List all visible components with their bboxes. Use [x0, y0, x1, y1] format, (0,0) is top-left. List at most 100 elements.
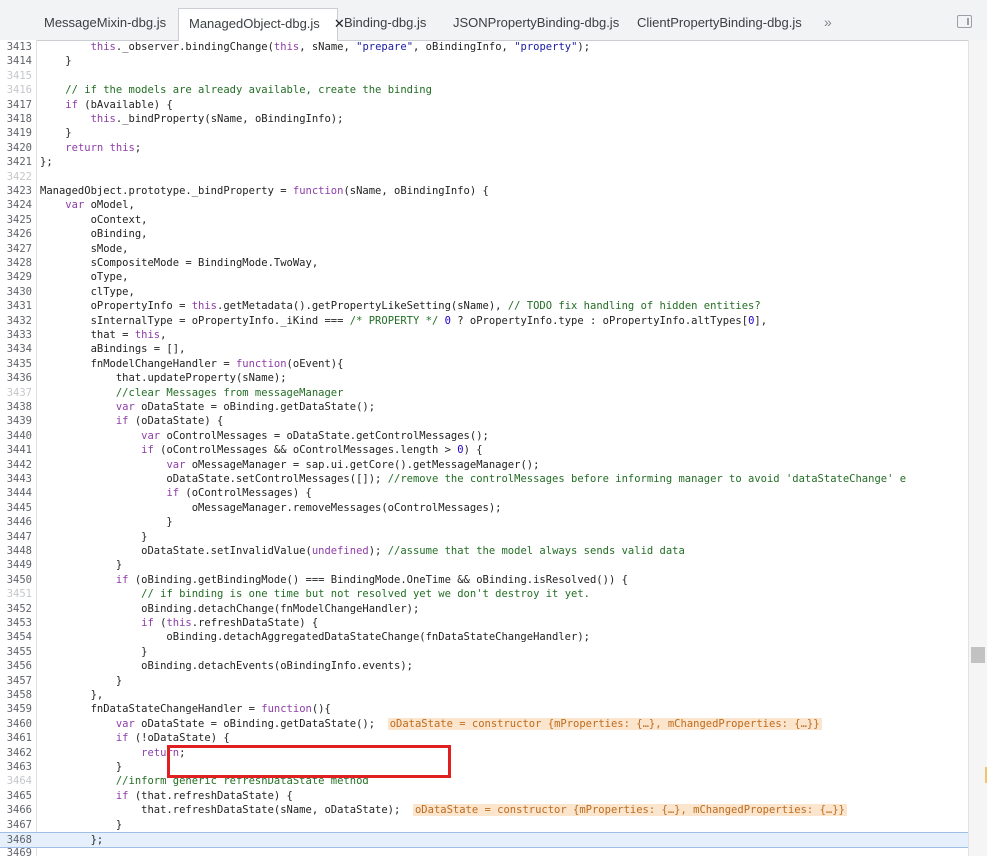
inline-value-preview[interactable]: oDataState = constructor {mProperties: {… [412, 804, 847, 817]
tab-messagemixin[interactable]: MessageMixin-dbg.js [34, 8, 176, 40]
line-number[interactable]: 3457 [0, 674, 32, 688]
line-number[interactable]: 3464 [0, 774, 32, 788]
line-number[interactable]: 3466 [0, 803, 32, 817]
line-number[interactable]: 3438 [0, 400, 32, 414]
line-number[interactable]: 3413 [0, 40, 32, 54]
tab-clientpropertybinding[interactable]: ClientPropertyBinding-dbg.js [627, 8, 812, 40]
line-number[interactable]: 3434 [0, 342, 32, 356]
line-number[interactable]: 3418 [0, 112, 32, 126]
code-line[interactable]: 3427 sMode, [0, 242, 968, 256]
line-number[interactable]: 3452 [0, 602, 32, 616]
line-number[interactable]: 3424 [0, 198, 32, 212]
code-line[interactable]: 3453 if (this.refreshDataState) { [0, 616, 968, 630]
code-line[interactable]: 3447 } [0, 530, 968, 544]
code-editor[interactable]: 3413 this._observer.bindingChange(this, … [0, 40, 968, 856]
line-number[interactable]: 3431 [0, 299, 32, 313]
line-number[interactable]: 3465 [0, 789, 32, 803]
line-number[interactable]: 3436 [0, 371, 32, 385]
code-line[interactable]: 3413 this._observer.bindingChange(this, … [0, 40, 968, 54]
line-number[interactable]: 3467 [0, 818, 32, 832]
code-line[interactable]: 3465 if (that.refreshDataState) { [0, 789, 968, 803]
tab-binding[interactable]: Binding-dbg.js [334, 8, 436, 40]
line-number[interactable]: 3427 [0, 242, 32, 256]
tab-managedobject[interactable]: ManagedObject-dbg.js ✕ [178, 8, 345, 41]
code-line[interactable]: 3439 if (oDataState) { [0, 414, 968, 428]
line-number[interactable]: 3425 [0, 213, 32, 227]
line-number[interactable]: 3433 [0, 328, 32, 342]
line-number[interactable]: 3463 [0, 760, 32, 774]
code-line[interactable]: 3429 oType, [0, 270, 968, 284]
tab-jsonpropertybinding[interactable]: JSONPropertyBinding-dbg.js [443, 8, 629, 40]
code-line[interactable]: 3456 oBinding.detachEvents(oBindingInfo.… [0, 659, 968, 673]
code-line[interactable]: 3452 oBinding.detachChange(fnModelChange… [0, 602, 968, 616]
code-line[interactable]: 3441 if (oControlMessages && oControlMes… [0, 443, 968, 457]
line-number[interactable]: 3458 [0, 688, 32, 702]
code-line[interactable]: 3417 if (bAvailable) { [0, 98, 968, 112]
code-line[interactable]: 3416 // if the models are already availa… [0, 83, 968, 97]
line-number[interactable]: 3430 [0, 285, 32, 299]
code-line[interactable]: 3442 var oMessageManager = sap.ui.getCor… [0, 458, 968, 472]
scrollbar-thumb[interactable] [971, 647, 985, 663]
code-line[interactable]: 3451 // if binding is one time but not r… [0, 587, 968, 601]
line-number[interactable]: 3459 [0, 702, 32, 716]
line-number[interactable]: 3453 [0, 616, 32, 630]
line-number[interactable]: 3432 [0, 314, 32, 328]
code-line[interactable]: 3431 oPropertyInfo = this.getMetadata().… [0, 299, 968, 313]
code-line[interactable]: 3437 //clear Messages from messageManage… [0, 386, 968, 400]
code-line[interactable]: 3446 } [0, 515, 968, 529]
code-line[interactable]: 3423 ManagedObject.prototype._bindPropert… [0, 184, 968, 198]
code-line[interactable]: 3454 oBinding.detachAggregatedDataStateC… [0, 630, 968, 644]
line-number[interactable]: 3451 [0, 587, 32, 601]
code-line[interactable]: 3455 } [0, 645, 968, 659]
line-number[interactable]: 3422 [0, 170, 32, 184]
line-number[interactable]: 3461 [0, 731, 32, 745]
code-line[interactable]: 3450 if (oBinding.getBindingMode() === B… [0, 573, 968, 587]
line-number[interactable]: 3423 [0, 184, 32, 198]
code-line[interactable]: 3435 fnModelChangeHandler = function(oEv… [0, 357, 968, 371]
code-line[interactable]: 3434 aBindings = [], [0, 342, 968, 356]
code-line[interactable]: 3469 [0, 846, 968, 856]
line-number[interactable]: 3426 [0, 227, 32, 241]
code-line[interactable]: 3458 }, [0, 688, 968, 702]
code-line[interactable]: 3443 oDataState.setControlMessages([]); … [0, 472, 968, 486]
code-line[interactable]: 3462 return; [0, 746, 968, 760]
line-number[interactable]: 3455 [0, 645, 32, 659]
line-number[interactable]: 3441 [0, 443, 32, 457]
code-line[interactable]: 3418 this._bindProperty(sName, oBindingI… [0, 112, 968, 126]
code-line[interactable]: 3445 oMessageManager.removeMessages(oCon… [0, 501, 968, 515]
more-tabs-icon[interactable]: » [824, 14, 832, 30]
code-line[interactable]: 3463 } [0, 760, 968, 774]
code-line[interactable]: 3440 var oControlMessages = oDataState.g… [0, 429, 968, 443]
code-line[interactable]: 3433 that = this, [0, 328, 968, 342]
code-line[interactable]: 3460 var oDataState = oBinding.getDataSt… [0, 717, 968, 731]
line-number[interactable]: 3442 [0, 458, 32, 472]
line-number[interactable]: 3437 [0, 386, 32, 400]
line-number[interactable]: 3447 [0, 530, 32, 544]
vertical-scrollbar[interactable] [968, 40, 987, 856]
line-number[interactable]: 3429 [0, 270, 32, 284]
inline-value-preview[interactable]: oDataState = constructor {mProperties: {… [387, 717, 822, 730]
line-number[interactable]: 3448 [0, 544, 32, 558]
code-line[interactable]: 3420 return this; [0, 141, 968, 155]
line-number[interactable]: 3440 [0, 429, 32, 443]
code-line[interactable]: 3424 var oModel, [0, 198, 968, 212]
line-number[interactable]: 3439 [0, 414, 32, 428]
code-line[interactable]: 3425 oContext, [0, 213, 968, 227]
code-line[interactable]: 3461 if (!oDataState) { [0, 731, 968, 745]
code-line[interactable]: 3415 [0, 69, 968, 83]
line-number[interactable]: 3428 [0, 256, 32, 270]
line-number[interactable]: 3456 [0, 659, 32, 673]
line-number[interactable]: 3415 [0, 69, 32, 83]
line-number[interactable]: 3446 [0, 515, 32, 529]
code-line[interactable]: 3448 oDataState.setInvalidValue(undefine… [0, 544, 968, 558]
code-line[interactable]: 3464 //inform generic refreshDataState m… [0, 774, 968, 788]
line-number[interactable]: 3421 [0, 155, 32, 169]
line-number[interactable]: 3435 [0, 357, 32, 371]
code-line[interactable]: 3426 oBinding, [0, 227, 968, 241]
code-line[interactable]: 3430 clType, [0, 285, 968, 299]
code-line[interactable]: 3414 } [0, 54, 968, 68]
code-line[interactable]: 3419 } [0, 126, 968, 140]
line-number[interactable]: 3420 [0, 141, 32, 155]
toggle-sidebar-icon[interactable] [957, 15, 972, 28]
line-number[interactable]: 3445 [0, 501, 32, 515]
